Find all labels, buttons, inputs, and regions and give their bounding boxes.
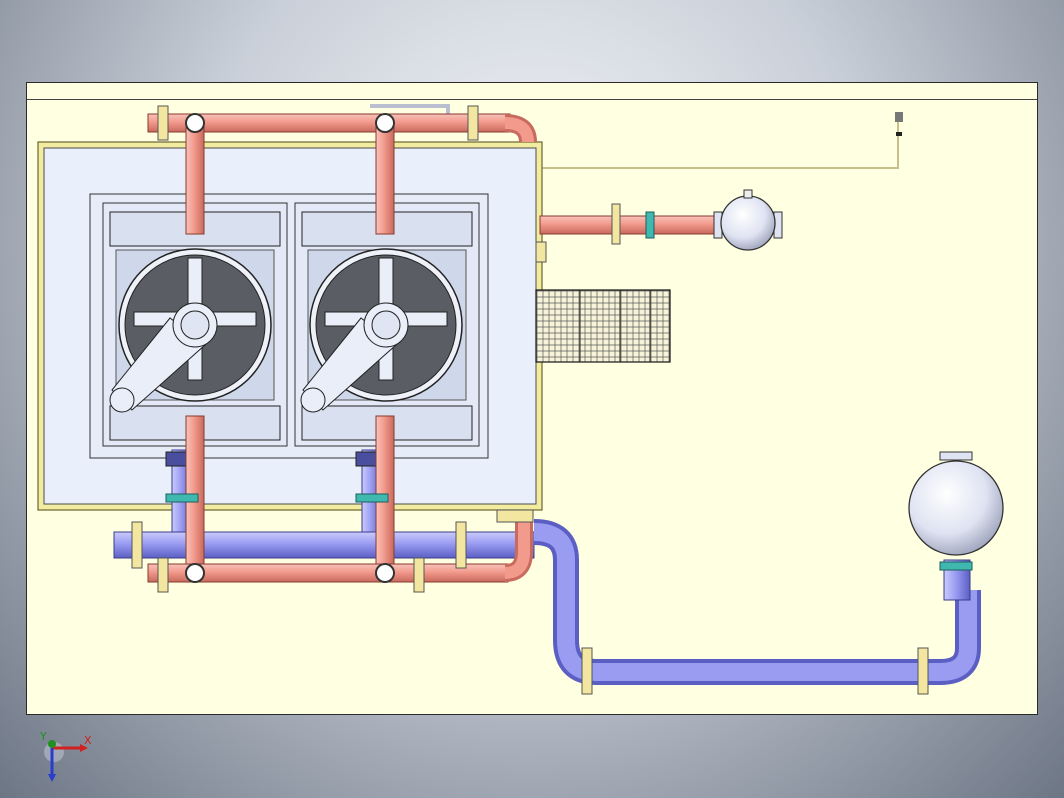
piping-assembly-drawing[interactable] xyxy=(0,0,1064,798)
small-pressure-vessel[interactable] xyxy=(713,189,783,251)
pressure-vessel-icon xyxy=(908,460,1004,556)
drain-fitting xyxy=(496,509,534,523)
triad-y-label: Y xyxy=(40,732,47,743)
fan-module-left[interactable] xyxy=(102,202,288,447)
plate-heat-exchanger[interactable] xyxy=(535,289,671,363)
pressure-vessel-icon xyxy=(720,195,776,251)
side-fitting xyxy=(535,241,547,263)
cad-viewport[interactable]: X Y xyxy=(0,0,1064,798)
instrument-valve-icon xyxy=(895,112,903,122)
coordinate-triad-icon: X Y xyxy=(40,732,92,782)
instrument-line xyxy=(540,112,903,169)
large-pressure-vessel[interactable] xyxy=(908,451,1004,556)
vent-tube xyxy=(370,104,450,114)
triad-x-label: X xyxy=(84,734,92,747)
fan-module-right[interactable] xyxy=(294,202,480,447)
